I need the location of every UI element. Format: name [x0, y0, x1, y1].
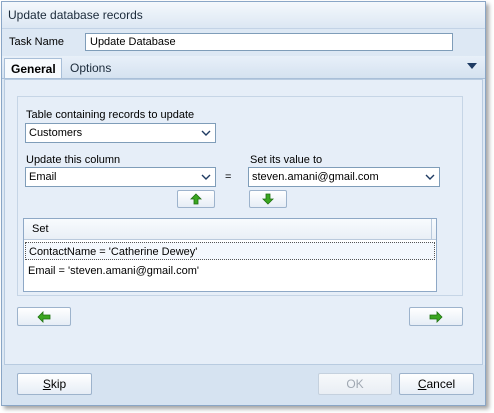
up-arrow-icon [190, 193, 202, 205]
tab-general[interactable]: General [4, 58, 62, 78]
equals-sign: = [225, 171, 232, 183]
task-name-row: Task Name [7, 33, 455, 51]
move-up-button[interactable] [177, 190, 215, 208]
update-records-dialog: Update database records Task Name Genera… [1, 1, 486, 406]
table-row[interactable]: Email = 'steven.amani@gmail.com' [25, 262, 435, 280]
skip-button[interactable]: Skip [17, 373, 92, 395]
cancel-mnemonic: C [417, 377, 427, 391]
set-value-select[interactable]: steven.amani@gmail.com [248, 167, 440, 187]
column-select-value: Email [29, 171, 57, 183]
table-row[interactable]: ContactName = 'Catherine Dewey' [25, 242, 435, 260]
tab-strip: General Options [2, 56, 485, 79]
ok-button[interactable]: OK [318, 373, 392, 395]
title-bar[interactable]: Update database records [2, 2, 485, 29]
tab-menu-triangle-icon[interactable] [467, 63, 477, 69]
move-down-button[interactable] [249, 190, 287, 208]
grid-header: Set [24, 219, 436, 240]
table-select-value: Customers [29, 127, 83, 139]
general-tab-panel: Table containing records to update Custo… [4, 79, 483, 365]
tab-options[interactable]: Options [64, 58, 117, 78]
window-title: Update database records [8, 8, 143, 22]
grid-header-set[interactable]: Set [32, 223, 49, 235]
cancel-button[interactable]: Cancel [399, 373, 474, 395]
chevron-down-icon [201, 174, 211, 180]
grid-row-text: ContactName = 'Catherine Dewey' [29, 246, 198, 258]
next-button[interactable] [409, 307, 463, 326]
left-arrow-icon [37, 310, 51, 323]
dialog-footer: Skip OK Cancel [2, 365, 485, 405]
chevron-down-icon [425, 174, 435, 180]
chevron-down-icon [201, 130, 211, 136]
set-value-select-value: steven.amani@gmail.com [252, 171, 379, 183]
ok-label: OK [346, 377, 364, 391]
task-name-input[interactable] [85, 33, 453, 51]
table-label: Table containing records to update [26, 109, 195, 121]
grid-row-text: Email = 'steven.amani@gmail.com' [28, 265, 199, 277]
set-values-grid[interactable]: Set ContactName = 'Catherine Dewey' Emai… [23, 218, 437, 292]
right-arrow-icon [429, 310, 443, 323]
cancel-label: ancel [426, 377, 456, 391]
skip-label: kip [50, 377, 67, 391]
column-select[interactable]: Email [25, 167, 216, 187]
down-arrow-icon [262, 193, 274, 205]
column-label: Update this column [26, 154, 121, 166]
skip-mnemonic: S [42, 377, 51, 391]
set-value-label: Set its value to [250, 154, 323, 166]
table-select[interactable]: Customers [25, 123, 216, 143]
task-name-label: Task Name [9, 36, 65, 48]
update-settings-group: Table containing records to update Custo… [17, 96, 463, 296]
previous-button[interactable] [17, 307, 71, 326]
